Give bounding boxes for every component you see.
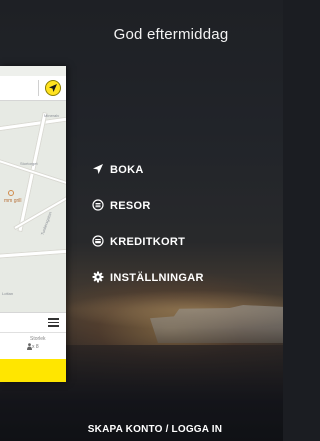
map-street-label: Lottan — [2, 291, 14, 296]
menu-item-label: KREDITKORT — [110, 236, 186, 248]
create-account-login-link[interactable]: SKAPA KONTO / LOGGA IN — [40, 424, 270, 435]
gear-icon — [92, 271, 104, 283]
map-poi-label: mm grill — [4, 198, 22, 204]
size-count: x 8 — [32, 344, 39, 350]
list-icon — [92, 199, 104, 211]
location-arrow-icon — [49, 84, 57, 92]
menu-item-boka[interactable]: BOKA — [92, 162, 262, 180]
menu-item-resor[interactable]: RESOR — [92, 198, 262, 216]
greeting-title: God eftermiddag — [113, 26, 229, 43]
size-selector[interactable]: Storlek x 8 — [0, 332, 66, 360]
map-area[interactable]: mm grill Mineralv Tunkersgatan Stortorge… — [0, 101, 66, 315]
search-divider — [38, 80, 39, 96]
menu-item-label: INSTÄLLNINGAR — [110, 272, 204, 284]
map-street-label: Stortorget — [20, 161, 38, 166]
map-toolbar — [0, 312, 66, 333]
locate-button[interactable] — [45, 80, 61, 96]
map-search-bar[interactable] — [0, 76, 66, 101]
card-icon — [92, 235, 104, 247]
map-street-label: Mineralv — [44, 113, 60, 118]
menu-item-label: RESOR — [110, 200, 151, 212]
map-road — [0, 248, 66, 259]
location-arrow-icon — [93, 164, 103, 174]
book-action-bar[interactable] — [0, 359, 66, 382]
map-preview-panel[interactable]: mm grill Mineralv Tunkersgatan Stortorge… — [0, 66, 66, 382]
hamburger-menu-icon[interactable] — [48, 318, 59, 327]
menu-screen: God eftermiddag mm grill Mineralv Tunker… — [0, 0, 283, 441]
size-label: Storlek — [30, 336, 46, 342]
poi-marker-icon — [8, 190, 14, 196]
menu-item-installningar[interactable]: INSTÄLLNINGAR — [92, 270, 262, 288]
menu-item-kreditkort[interactable]: KREDITKORT — [92, 234, 262, 252]
menu-item-label: BOKA — [110, 164, 144, 176]
